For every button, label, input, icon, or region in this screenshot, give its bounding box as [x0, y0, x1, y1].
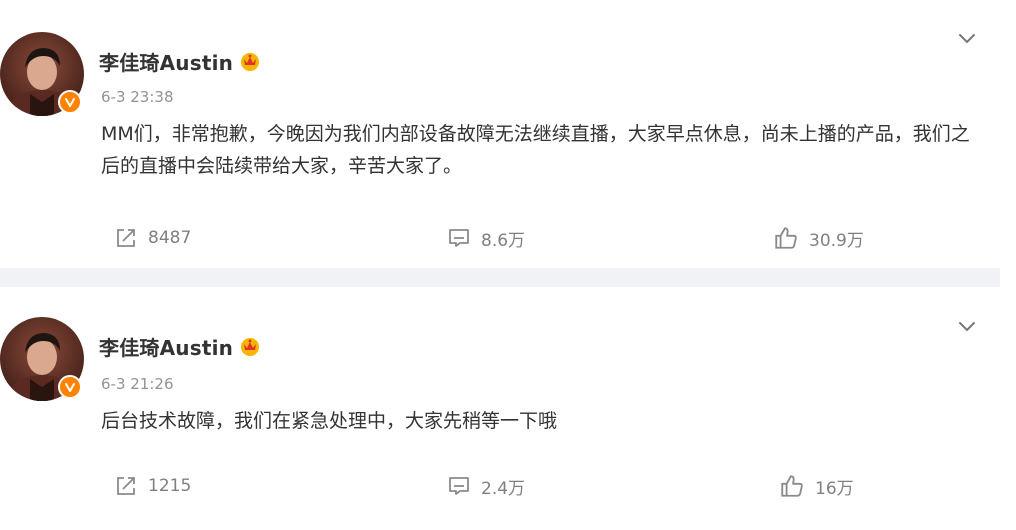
- comment-count: 2.4万: [481, 478, 526, 499]
- weibo-post: 李佳琦Austin 6-3 21:26 后台技术故障，我们在紧急处理中，大家先稍…: [0, 287, 1016, 530]
- repost-button[interactable]: 1215: [114, 469, 191, 503]
- comment-icon: [449, 477, 469, 495]
- repost-count: 8487: [148, 228, 192, 248]
- repost-count: 1215: [148, 476, 192, 496]
- username[interactable]: 李佳琦Austin: [99, 47, 233, 76]
- chevron-down-icon[interactable]: [955, 26, 979, 50]
- like-count: 30.9万: [809, 230, 864, 251]
- crown-icon[interactable]: [239, 50, 261, 72]
- repost-button[interactable]: 8487: [114, 221, 191, 255]
- comment-button[interactable]: 8.6万: [447, 221, 525, 255]
- like-count: 16万: [815, 478, 854, 499]
- post-divider: [0, 268, 1000, 287]
- avatar[interactable]: [0, 317, 84, 401]
- like-button[interactable]: 30.9万: [773, 221, 864, 255]
- username[interactable]: 李佳琦Austin: [99, 332, 233, 361]
- username-row: 李佳琦Austin: [99, 331, 261, 361]
- chevron-down-icon[interactable]: [955, 314, 979, 338]
- comment-icon: [449, 229, 469, 247]
- comment-count: 8.6万: [481, 230, 526, 251]
- post-content: MM们，非常抱歉，今晚因为我们内部设备故障无法继续直播，大家早点休息，尚未上播的…: [101, 123, 970, 177]
- repost-icon: [117, 477, 135, 495]
- post-time[interactable]: 6-3 21:26: [101, 375, 174, 393]
- username-row: 李佳琦Austin: [99, 46, 261, 76]
- post-time[interactable]: 6-3 23:38: [101, 88, 174, 106]
- crown-icon[interactable]: [239, 335, 261, 357]
- repost-icon: [117, 229, 135, 247]
- weibo-feed: 李佳琦Austin 6-3 23:38 MM们，非常抱歉，今晚因为我们内部设备故…: [0, 0, 1016, 530]
- avatar[interactable]: [0, 32, 84, 116]
- post-actions: 8487 8.6万 30.9万: [0, 221, 1016, 255]
- thumbs-up-icon: [781, 475, 803, 497]
- post-actions: 1215 2.4万 16万: [0, 469, 1016, 503]
- verified-v-icon: [58, 375, 82, 399]
- verified-v-icon: [58, 90, 82, 114]
- thumbs-up-icon: [775, 227, 797, 249]
- comment-button[interactable]: 2.4万: [447, 469, 525, 503]
- weibo-post: 李佳琦Austin 6-3 23:38 MM们，非常抱歉，今晚因为我们内部设备故…: [0, 0, 1016, 268]
- like-button[interactable]: 16万: [779, 469, 854, 503]
- post-content: 后台技术故障，我们在紧急处理中，大家先稍等一下哦: [101, 410, 558, 432]
